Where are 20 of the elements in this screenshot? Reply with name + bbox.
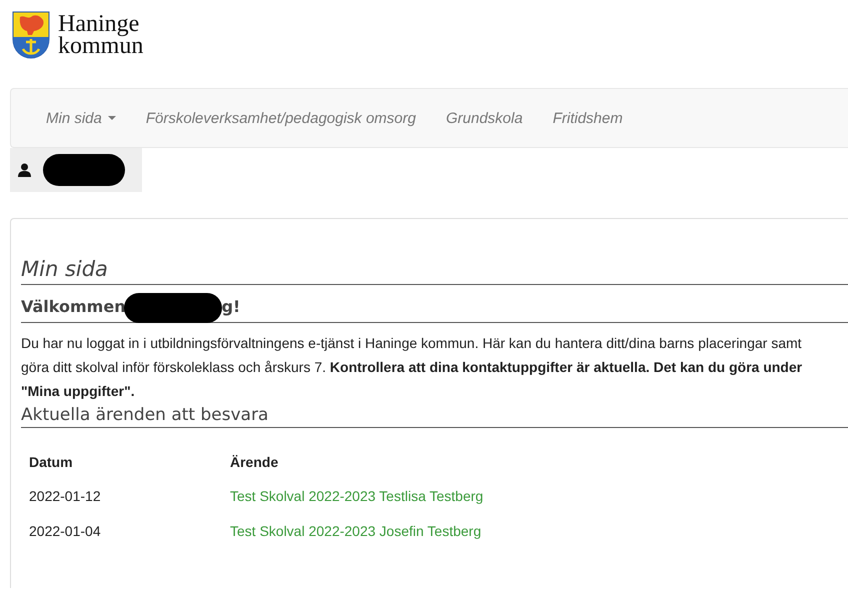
welcome-heading: Välkommen (21, 296, 126, 316)
nav-link[interactable]: Fritidshem (538, 110, 638, 126)
section-heading: Aktuella ärenden att besvara (21, 405, 848, 428)
coat-of-arms-icon (12, 11, 50, 59)
column-header: Datum (28, 453, 74, 472)
logo-text: Haninge (58, 13, 140, 35)
intro-text: Du har nu loggat in i utbildningsförvaltningens e-tjänst i Haninge kommun. Här kan du hantera ditt/dina barns placeringar samt göra ditt skolval inför förskoleklass och årskurs 7. Kontrollera att dina kontaktuppgifter är aktuella. Det kan du göra under "Mina uppgifter". (21, 334, 804, 401)
case-link[interactable]: Test Skolval 2022-2023 Josefin Testberg (230, 522, 482, 538)
table-cell-text: 2022-01-04 (28, 522, 102, 540)
welcome-heading: g! (222, 296, 240, 316)
logo-text: kommun (58, 35, 144, 57)
nav-dropdown[interactable]: Min sida (31, 110, 131, 126)
caret-icon (108, 116, 116, 120)
column-header: Ärende (229, 453, 280, 472)
page-title: Min sida (21, 257, 848, 285)
user-icon (18, 163, 31, 177)
nav-link[interactable]: Förskoleverksamhet/pedagogisk omsorg (130, 110, 431, 126)
nav-link[interactable]: Grundskola (430, 110, 538, 126)
table-cell-text: 2022-01-12 (28, 486, 102, 506)
case-link[interactable]: Test Skolval 2022-2023 Testlisa Testberg (230, 488, 484, 504)
